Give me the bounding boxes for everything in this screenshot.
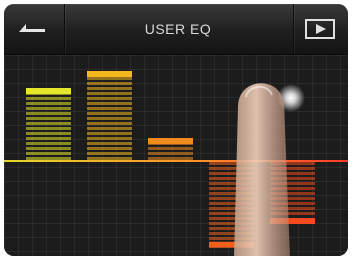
eq-band-segment: [87, 92, 132, 95]
eq-band-segment: [148, 157, 193, 160]
eq-band-segment: [148, 152, 193, 155]
eq-band-segment: [26, 97, 71, 100]
eq-band-segment: [87, 97, 132, 100]
eq-band-segment: [26, 107, 71, 110]
eq-graph[interactable]: [4, 55, 348, 256]
eq-band-2[interactable]: [87, 71, 132, 160]
eq-band-segment: [26, 137, 71, 140]
eq-band-segment: [87, 122, 132, 125]
page-title: USER EQ: [144, 21, 212, 37]
eq-band-3[interactable]: [148, 138, 193, 160]
eq-band-segment: [87, 142, 132, 145]
zero-line: [4, 160, 348, 162]
eq-band-segment: [87, 82, 132, 85]
back-button[interactable]: [4, 4, 64, 54]
eq-band-segment: [26, 112, 71, 115]
eq-band-segment: [87, 107, 132, 110]
back-arrow-icon: [19, 24, 45, 32]
eq-band-segment: [87, 112, 132, 115]
finger-overlay: [234, 83, 290, 256]
eq-band-segment: [87, 77, 132, 80]
play-button[interactable]: [294, 4, 348, 54]
eq-band-segment: [87, 157, 132, 160]
top-bar: USER EQ: [4, 4, 348, 55]
eq-band-segment: [87, 102, 132, 105]
eq-band-segment: [87, 117, 132, 120]
eq-band-segment: [26, 102, 71, 105]
eq-band-segment: [87, 87, 132, 90]
eq-band-segment: [26, 122, 71, 125]
eq-band-level-cap[interactable]: [87, 71, 132, 77]
eq-band-segment: [26, 132, 71, 135]
user-eq-screen: USER EQ: [4, 4, 348, 256]
eq-band-segment: [26, 127, 71, 130]
eq-band-segment: [87, 127, 132, 130]
eq-band-segment: [87, 147, 132, 150]
eq-band-segment: [26, 147, 71, 150]
eq-band-segment: [26, 152, 71, 155]
eq-band-segment: [26, 157, 71, 160]
eq-band-1[interactable]: [26, 88, 71, 160]
eq-band-segment: [87, 132, 132, 135]
eq-band-segment: [148, 147, 193, 150]
eq-band-segment: [26, 117, 71, 120]
play-box-icon: [305, 19, 335, 39]
eq-band-segment: [87, 137, 132, 140]
eq-band-level-cap[interactable]: [26, 88, 71, 94]
eq-band-level-cap[interactable]: [148, 138, 193, 144]
eq-band-segment: [26, 142, 71, 145]
eq-bars-canvas: [4, 71, 348, 248]
eq-band-segment: [87, 152, 132, 155]
